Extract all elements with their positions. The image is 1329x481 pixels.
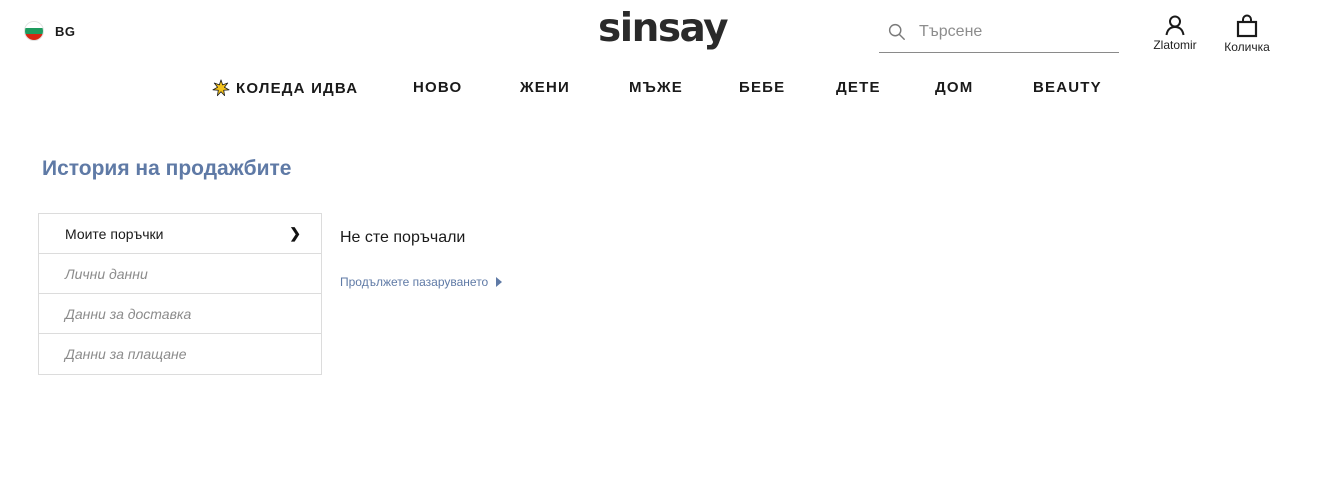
user-icon bbox=[1165, 15, 1185, 36]
account-label: Zlatomir bbox=[1153, 38, 1197, 52]
cart-label: Количка bbox=[1224, 40, 1270, 54]
chevron-right-icon: ❯ bbox=[289, 225, 301, 241]
empty-orders-message: Не сте поръчали bbox=[340, 229, 466, 246]
nav-item-kids[interactable]: ДЕТЕ bbox=[836, 79, 881, 96]
search-icon[interactable] bbox=[888, 23, 906, 41]
nav-item-home[interactable]: ДОМ bbox=[935, 79, 973, 96]
nav-item-new[interactable]: НОВО bbox=[413, 79, 462, 96]
country-code: BG bbox=[55, 23, 76, 39]
nav-item-men[interactable]: МЪЖЕ bbox=[629, 79, 683, 96]
side-menu-label: Моите поръчки bbox=[65, 225, 164, 242]
continue-shopping-label: Продължете пазаруването bbox=[340, 275, 489, 289]
cart-button[interactable]: Количка bbox=[1219, 14, 1275, 54]
account-button[interactable]: Zlatomir bbox=[1149, 14, 1201, 52]
side-menu-label: Данни за доставка bbox=[65, 305, 192, 322]
side-menu-delivery-data[interactable]: Данни за доставка bbox=[39, 294, 321, 334]
nav-item-beauty[interactable]: BEAUTY bbox=[1033, 79, 1102, 96]
page-title: История на продажбите bbox=[42, 157, 292, 180]
search-input[interactable] bbox=[919, 23, 1109, 41]
side-menu-label: Данни за плащане bbox=[65, 346, 187, 362]
side-menu-my-orders[interactable]: Моите поръчки ❯ bbox=[39, 214, 321, 254]
bulgaria-flag-icon bbox=[24, 21, 44, 41]
search-bar[interactable] bbox=[879, 12, 1119, 53]
star-icon bbox=[212, 79, 230, 97]
nav-item-label: КОЛЕДА ИДВА bbox=[236, 79, 359, 97]
caret-right-icon bbox=[496, 277, 503, 287]
site-logo[interactable]: sinsay bbox=[598, 6, 729, 51]
shopping-bag-icon bbox=[1236, 14, 1258, 38]
account-side-menu: Моите поръчки ❯ Лични данни Данни за дос… bbox=[38, 213, 322, 375]
side-menu-label: Лични данни bbox=[65, 265, 148, 282]
nav-item-women[interactable]: ЖЕНИ bbox=[520, 79, 570, 96]
side-menu-payment-data[interactable]: Данни за плащане bbox=[39, 334, 321, 374]
side-menu-personal-data[interactable]: Лични данни bbox=[39, 254, 321, 294]
main-navigation: КОЛЕДА ИДВА НОВО ЖЕНИ МЪЖЕ БЕБЕ ДЕТЕ ДОМ… bbox=[0, 79, 1329, 99]
nav-item-christmas[interactable]: КОЛЕДА ИДВА bbox=[212, 79, 358, 97]
continue-shopping-link[interactable]: Продължете пазаруването bbox=[340, 275, 503, 289]
country-selector[interactable]: BG bbox=[24, 21, 76, 41]
nav-item-baby[interactable]: БЕБЕ bbox=[739, 79, 785, 96]
